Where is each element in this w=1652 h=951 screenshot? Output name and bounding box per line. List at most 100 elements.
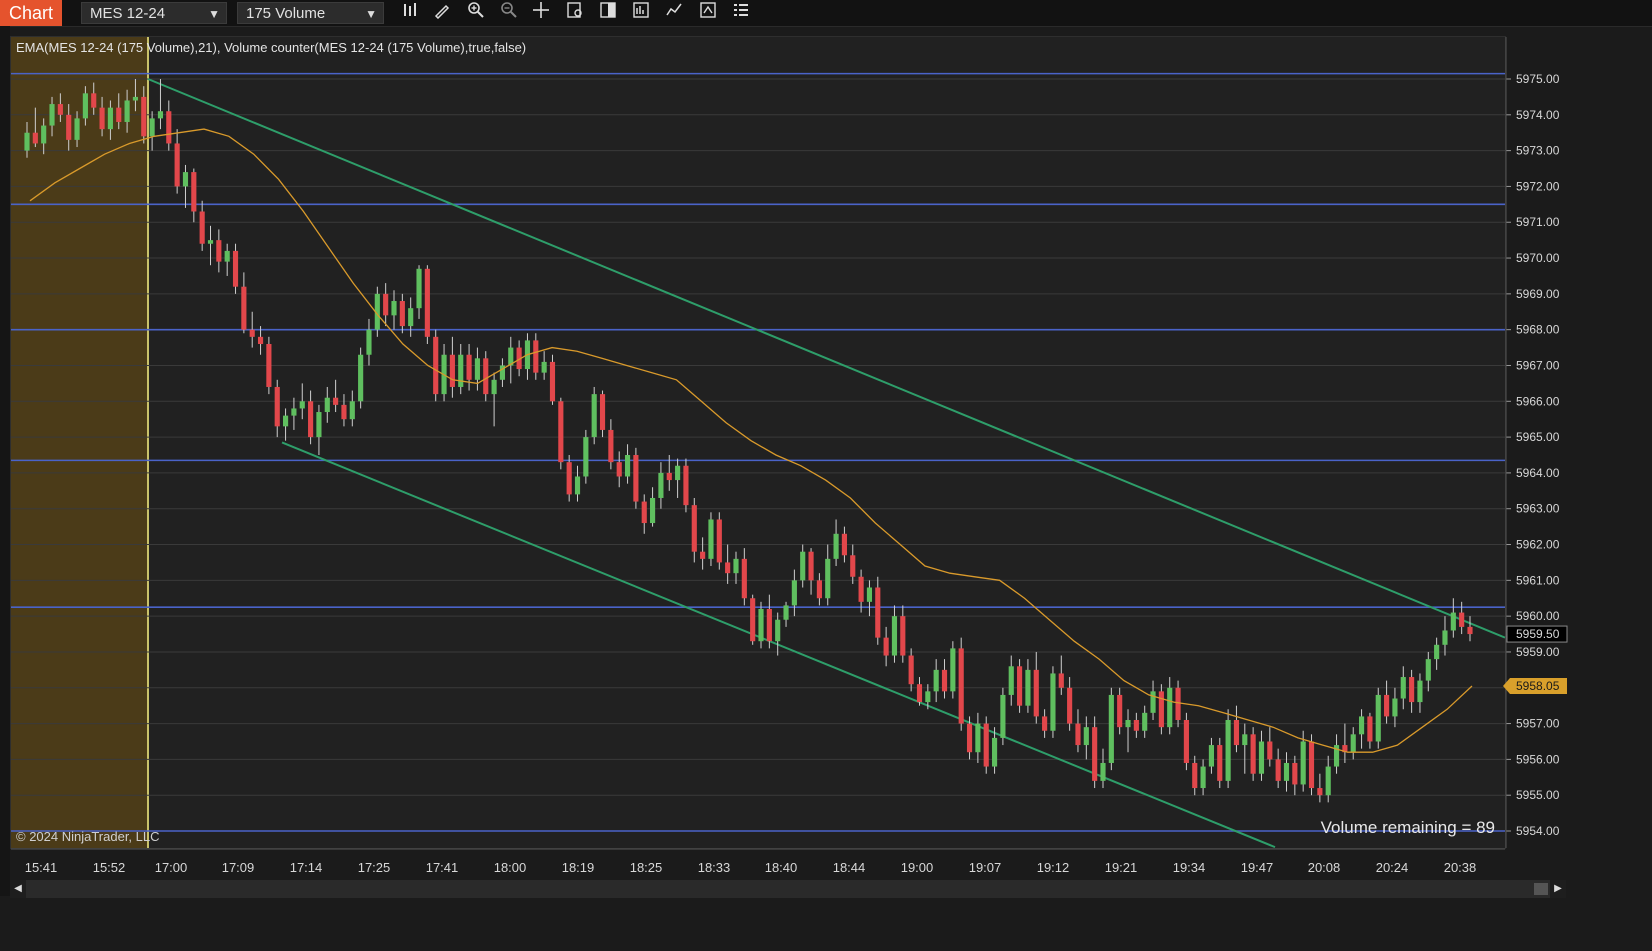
candle-body	[1025, 669, 1031, 706]
candle-body	[958, 648, 964, 724]
price-tick-label: 5967.00	[1516, 358, 1560, 372]
time-tick-label: 20:24	[1376, 860, 1409, 875]
price-tick-label: 5957.00	[1516, 717, 1560, 731]
price-tick-label: 5974.00	[1516, 108, 1560, 122]
candle-body	[1292, 762, 1298, 785]
candle-body	[74, 118, 80, 140]
candle-body	[916, 684, 923, 703]
candle-body	[1142, 712, 1148, 731]
candle-body	[91, 93, 97, 108]
candle-body	[975, 723, 981, 753]
candle-body	[1075, 723, 1081, 746]
time-tick-label: 19:07	[969, 860, 1002, 875]
price-tick-label: 5975.00	[1516, 72, 1560, 86]
candle-body	[1208, 745, 1214, 767]
candle-body	[1434, 644, 1440, 660]
candle-body	[533, 340, 539, 373]
candle-body	[1117, 694, 1123, 728]
candle-body	[1425, 659, 1431, 681]
candle-body	[99, 107, 105, 130]
candle-body	[207, 240, 214, 244]
candle-body	[433, 336, 439, 395]
candle-body	[691, 505, 697, 552]
candle-body	[633, 455, 639, 502]
candle-body	[149, 118, 155, 137]
candle-body	[900, 616, 906, 656]
candle-body	[32, 132, 38, 144]
candle-body	[1233, 719, 1240, 746]
candle-body	[991, 737, 998, 767]
candle-body	[641, 501, 647, 524]
candle-body	[408, 308, 414, 327]
candle-body	[383, 293, 389, 316]
candle-body	[750, 598, 756, 642]
candle-body	[1242, 734, 1248, 746]
candle-body	[232, 250, 239, 287]
candle-body	[808, 551, 814, 581]
candle-body	[933, 669, 939, 692]
time-tick-label: 17:14	[290, 860, 323, 875]
candle-body	[1150, 691, 1156, 713]
time-tick-label: 17:00	[155, 860, 188, 875]
price-tick-label: 5963.00	[1516, 502, 1560, 516]
candle-body	[341, 404, 347, 420]
candle-body	[591, 394, 597, 438]
candle-body	[82, 93, 88, 119]
candle-body	[1183, 719, 1189, 763]
candle-body	[1459, 612, 1465, 627]
candle-body	[800, 551, 806, 581]
candle-body	[1067, 687, 1073, 724]
time-tick-label: 15:52	[93, 860, 126, 875]
candle-body	[358, 354, 364, 402]
candle-body	[1167, 687, 1173, 728]
candle-body	[1409, 677, 1415, 703]
candle-body	[316, 412, 322, 438]
horizontal-scrollbar[interactable]: ◀ ▶	[10, 880, 1566, 898]
time-tick-label: 19:34	[1173, 860, 1206, 875]
scroll-thumb[interactable]	[1534, 883, 1548, 895]
candle-body	[216, 240, 222, 262]
candle-body	[416, 268, 422, 309]
candle-body	[766, 608, 772, 642]
candle-body	[182, 172, 189, 187]
candle-body	[574, 476, 581, 495]
candle-body	[1308, 741, 1315, 789]
candle-body	[825, 558, 831, 599]
price-tick-label: 5954.00	[1516, 824, 1560, 838]
candle-body	[608, 429, 614, 463]
price-tick-label: 5973.00	[1516, 144, 1560, 158]
candle-body	[875, 587, 881, 638]
price-tick-label: 5970.00	[1516, 251, 1560, 265]
candle-body	[650, 497, 656, 524]
price-tick-label: 5969.00	[1516, 287, 1560, 301]
candle-body	[1058, 673, 1064, 688]
time-tick-label: 18:40	[765, 860, 798, 875]
time-tick-label: 19:21	[1105, 860, 1138, 875]
candle-body	[549, 361, 556, 402]
candle-body	[558, 401, 564, 463]
candle-body	[224, 250, 230, 262]
candle-body	[833, 533, 839, 559]
candle-body	[49, 104, 55, 126]
time-tick-label: 17:41	[426, 860, 459, 875]
time-tick-label: 17:25	[358, 860, 391, 875]
candle-body	[599, 394, 606, 430]
time-tick-label: 18:44	[833, 860, 866, 875]
time-tick-label: 19:47	[1241, 860, 1274, 875]
candle-body	[1367, 716, 1373, 742]
trend-line-lower	[281, 441, 1276, 849]
candle-body	[349, 401, 355, 420]
candle-body	[299, 401, 305, 409]
candle-body	[983, 723, 989, 767]
scroll-left-icon[interactable]: ◀	[10, 880, 26, 898]
price-chart[interactable]: 5975.00 5974.00 5973.00 5972.00 5971.00 5970.…	[0, 0, 1652, 900]
candle-body	[458, 354, 464, 387]
candle-body	[1158, 691, 1164, 728]
candle-body	[1000, 694, 1006, 738]
scroll-right-icon[interactable]: ▶	[1550, 880, 1566, 898]
candle-body	[658, 472, 664, 498]
candle-body	[66, 114, 72, 140]
candle-body	[616, 462, 622, 477]
candle-body	[1442, 630, 1448, 645]
price-tick-label: 5965.00	[1516, 430, 1560, 444]
